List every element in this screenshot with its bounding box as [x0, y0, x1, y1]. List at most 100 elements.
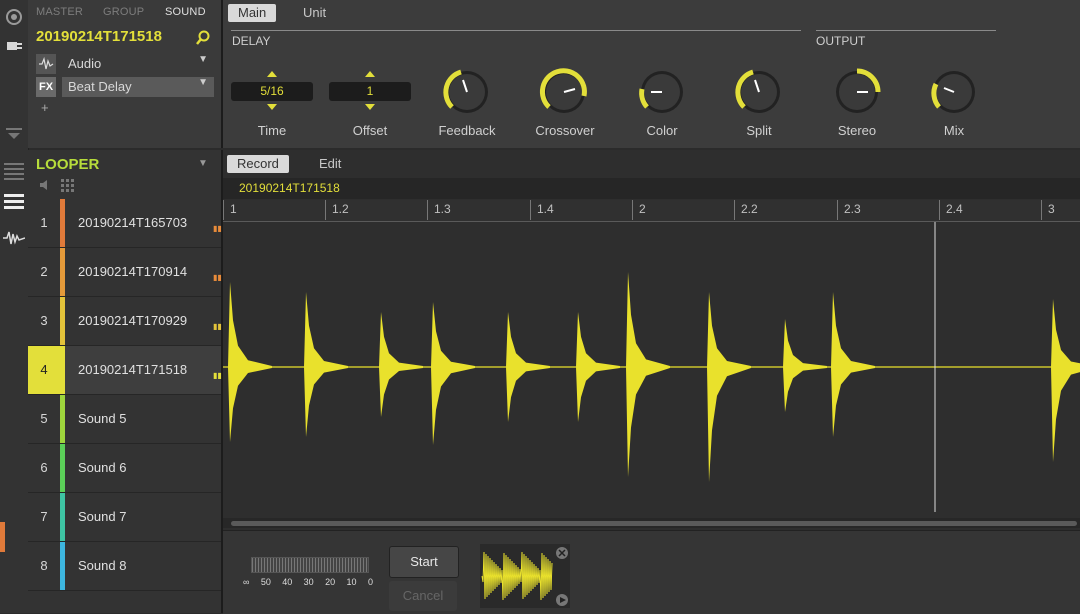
ruler-tick: 2.4: [946, 202, 963, 216]
row-label: 20190214T165703: [78, 215, 188, 230]
offset-up-icon[interactable]: [365, 71, 375, 77]
time-value[interactable]: 5/16: [231, 82, 313, 101]
row-number: 2: [40, 264, 48, 279]
scrollbar-thumb[interactable]: [231, 521, 1077, 526]
feedback-knob[interactable]: [440, 65, 494, 119]
looper-row-5[interactable]: 5 Sound 5: [28, 395, 221, 444]
waveform-transient: [304, 292, 348, 437]
chevron-down-icon[interactable]: ▼: [198, 54, 208, 65]
offset-value[interactable]: 1: [329, 82, 411, 101]
start-button[interactable]: Start: [389, 546, 459, 578]
row-number: 1: [40, 215, 48, 230]
tab-master[interactable]: MASTER: [36, 6, 83, 18]
tab-record[interactable]: Record: [227, 155, 289, 173]
feedback-label: Feedback: [438, 123, 496, 138]
tab-unit[interactable]: Unit: [293, 4, 336, 22]
looper-title: LOOPER: [36, 156, 100, 173]
looper-row-7[interactable]: 7 Sound 7: [28, 493, 221, 542]
row-number: 6: [40, 460, 48, 475]
clip-thumbnail[interactable]: [480, 544, 570, 608]
tab-main[interactable]: Main: [228, 4, 277, 22]
level-icon: ▮▮: [213, 273, 222, 282]
speaker-icon[interactable]: [39, 179, 51, 191]
section-output: OUTPUT: [816, 34, 866, 48]
row-number: 5: [40, 411, 48, 426]
ruler-tick: 2.2: [741, 202, 758, 216]
plug-icon[interactable]: [5, 38, 23, 54]
grid-icon[interactable]: [61, 179, 75, 193]
ruler-tick: 2: [639, 202, 646, 216]
split-label: Split: [746, 123, 772, 138]
ruler-tick: 1.3: [434, 202, 451, 216]
waveform-transient: [707, 292, 751, 482]
mix-knob[interactable]: [927, 65, 981, 119]
row-number: 4: [28, 346, 60, 394]
time-down-icon[interactable]: [267, 104, 277, 110]
tab-sound[interactable]: SOUND: [165, 6, 206, 18]
waveform-transient: [1051, 299, 1080, 462]
waveform-display[interactable]: [223, 222, 1080, 512]
ruler-tick: 1.2: [332, 202, 349, 216]
input-level-meter[interactable]: [251, 557, 369, 573]
waveform-transient: [783, 319, 827, 412]
chevron-down-icon[interactable]: ▼: [198, 158, 208, 169]
level-icon: ▮▮: [213, 322, 222, 331]
row-label: 20190214T170914: [78, 264, 188, 279]
color-knob[interactable]: [635, 65, 689, 119]
looper-row-2[interactable]: 2 20190214T170914 ▮▮: [28, 248, 222, 297]
audio-wave-icon: [36, 54, 56, 74]
collapse-icon[interactable]: [6, 128, 22, 140]
horizontal-scrollbar[interactable]: [223, 518, 1080, 528]
stereo-knob[interactable]: [830, 65, 884, 119]
time-up-icon[interactable]: [267, 71, 277, 77]
row-number: 7: [40, 509, 48, 524]
add-slot-button[interactable]: +: [41, 100, 49, 115]
list-view-icon[interactable]: [4, 162, 24, 180]
row-label: Sound 7: [78, 509, 127, 524]
section-delay: DELAY: [232, 34, 271, 48]
waveform-transient: [228, 282, 272, 442]
waveform-transient: [506, 312, 550, 422]
row-label: Sound 8: [78, 558, 127, 573]
menu-icon[interactable]: [4, 192, 24, 210]
looper-row-8[interactable]: 8 Sound 8: [28, 542, 221, 591]
row-color-bar: [60, 444, 65, 492]
looper-panel: LOOPER ▼ 1 20190214T165703 ▮▮ 2 20190214…: [28, 150, 223, 613]
offset-label: Offset: [352, 123, 388, 138]
slot-audio-label: Audio: [68, 56, 102, 71]
slot-fx[interactable]: FX Beat Delay ▼: [36, 77, 214, 97]
split-knob[interactable]: [732, 65, 786, 119]
looper-row-1[interactable]: 1 20190214T165703 ▮▮: [28, 199, 222, 248]
row-color-bar: [60, 346, 65, 394]
row-color-bar: [60, 395, 65, 443]
waveform-transient: [626, 272, 670, 477]
looper-row-4[interactable]: 4 20190214T171518 ▮▮: [28, 346, 222, 395]
timeline-ruler[interactable]: 1 1.2 1.3 1.4 2 2.2 2.3 2.4 3: [223, 200, 1080, 222]
sound-name: 20190214T171518: [36, 28, 162, 45]
time-label: Time: [257, 123, 287, 138]
looper-row-3[interactable]: 3 20190214T170929 ▮▮: [28, 297, 222, 346]
waveform-icon[interactable]: [3, 230, 25, 246]
side-marker: [0, 522, 5, 552]
looper-row-6[interactable]: 6 Sound 6: [28, 444, 221, 493]
mix-label: Mix: [943, 123, 965, 138]
crossover-knob[interactable]: [537, 65, 591, 119]
tab-group[interactable]: GROUP: [103, 6, 144, 18]
clip-header: 20190214T171518: [223, 178, 1080, 199]
chevron-down-icon[interactable]: ▼: [198, 77, 208, 88]
waveform-transient: [576, 312, 620, 422]
level-icon: ▮▮: [213, 224, 222, 233]
left-icon-strip: [0, 0, 29, 613]
offset-down-icon[interactable]: [365, 104, 375, 110]
cancel-button[interactable]: Cancel: [389, 581, 457, 611]
waveform-transient: [431, 302, 475, 445]
slot-audio[interactable]: Audio ▼: [36, 54, 214, 74]
row-label: Sound 6: [78, 460, 127, 475]
slot-fx-label: Beat Delay: [62, 77, 214, 97]
tab-edit[interactable]: Edit: [309, 155, 351, 173]
waveform-transient: [831, 292, 875, 437]
row-label: Sound 5: [78, 411, 127, 426]
record-knob-icon[interactable]: [5, 8, 23, 26]
delay-divider: [231, 30, 801, 31]
search-icon[interactable]: [195, 30, 211, 46]
